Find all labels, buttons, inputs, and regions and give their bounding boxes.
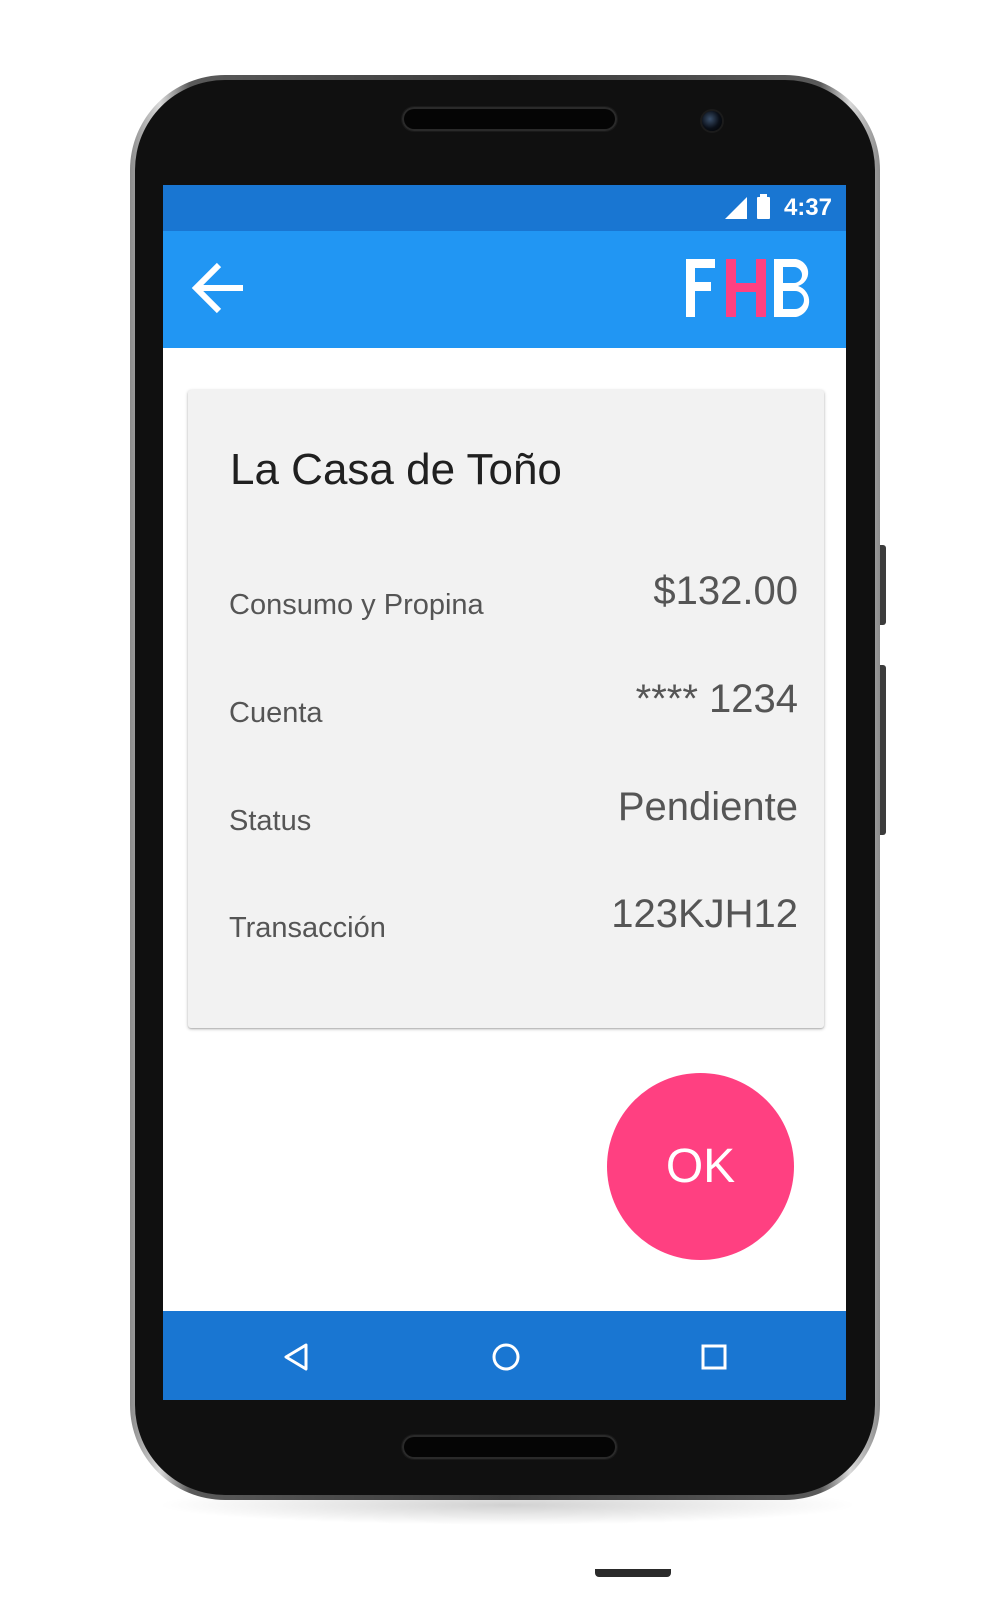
row-label: Consumo y Propina <box>229 589 484 621</box>
detail-row-transaccion: Transacción 123KJH12 <box>229 885 798 945</box>
detail-row-consumo: Consumo y Propina $132.00 <box>229 562 798 622</box>
app-bar <box>163 231 846 348</box>
status-bar: 4:37 <box>163 185 846 231</box>
arrow-back-icon[interactable] <box>185 253 255 323</box>
detail-row-cuenta: Cuenta **** 1234 <box>229 670 798 730</box>
screen: 4:37 La Casa de Toño Consumo y Propina $… <box>163 185 846 1400</box>
bottom-port <box>595 1569 671 1577</box>
back-triangle-icon[interactable] <box>277 1337 317 1377</box>
transaction-card: La Casa de Toño Consumo y Propina $132.0… <box>188 390 824 1028</box>
logo-letter-h <box>726 259 766 317</box>
navigation-bar <box>163 1311 846 1400</box>
row-label: Status <box>229 805 312 837</box>
detail-row-status: Status Pendiente <box>229 778 798 838</box>
front-camera <box>702 111 722 131</box>
row-value: **** 1234 <box>635 677 798 721</box>
recents-square-icon[interactable] <box>694 1337 734 1377</box>
status-time: 4:37 <box>783 194 832 221</box>
status-icons: 4:37 <box>724 193 832 223</box>
fhb-logo <box>686 259 810 317</box>
power-button <box>880 545 886 625</box>
row-label: Transacción <box>229 912 386 944</box>
arrow-back-svg <box>191 262 243 314</box>
battery-icon <box>756 194 770 219</box>
bottom-speaker <box>402 1435 617 1459</box>
row-value: Pendiente <box>617 785 798 829</box>
volume-button <box>880 665 886 835</box>
ok-button[interactable]: OK <box>607 1073 794 1260</box>
logo-letter-f <box>686 259 715 317</box>
signal-icon <box>724 197 747 219</box>
top-speaker <box>402 107 617 131</box>
home-circle-icon[interactable] <box>486 1337 526 1377</box>
row-label: Cuenta <box>229 697 323 729</box>
row-value: 123KJH12 <box>611 892 798 936</box>
card-title: La Casa de Toño <box>230 445 562 494</box>
logo-letter-b <box>774 259 810 317</box>
row-value: $132.00 <box>653 569 798 613</box>
